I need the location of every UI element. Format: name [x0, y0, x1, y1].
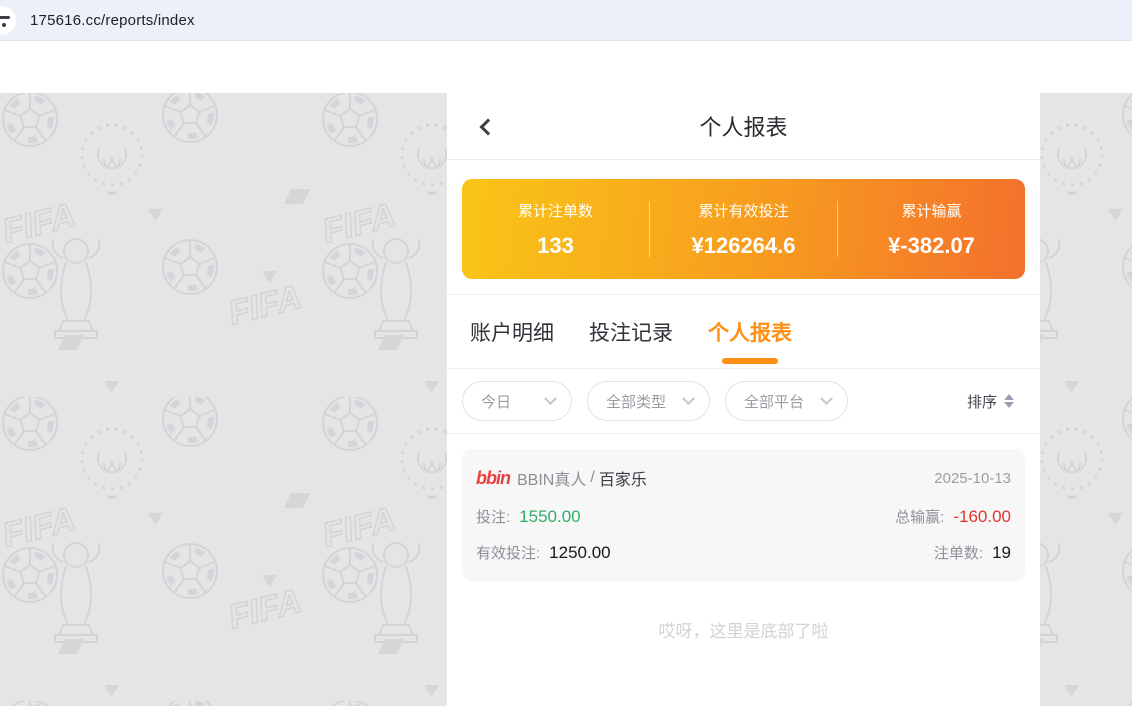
chevron-down-icon — [544, 392, 557, 405]
field-value: -160.00 — [953, 507, 1011, 527]
stat-win-loss: 累计输赢 ¥-382.07 — [838, 200, 1025, 259]
bbin-logo: bbin — [476, 468, 510, 489]
stat-value: ¥-382.07 — [888, 233, 975, 259]
field-valid-bet: 有效投注: 1250.00 — [476, 542, 895, 563]
field-label: 注单数: — [934, 542, 983, 563]
stat-label: 累计注单数 — [518, 200, 593, 221]
page-title: 个人报表 — [699, 110, 787, 142]
field-bet-amount: 投注: 1550.00 — [476, 506, 895, 527]
stat-label: 累计有效投注 — [698, 200, 788, 221]
field-value: 1550.00 — [519, 507, 580, 527]
app-header: 个人报表 — [447, 93, 1040, 160]
tab-account-details[interactable]: 账户明细 — [470, 295, 554, 369]
stat-label: 累计输赢 — [901, 200, 961, 221]
stat-value: ¥126264.6 — [692, 233, 796, 259]
dropdown-label: 全部类型 — [606, 391, 666, 412]
field-value: 1250.00 — [549, 543, 610, 563]
stat-value: 133 — [537, 233, 574, 259]
provider-game-separator: / — [590, 469, 594, 487]
summary-section: 累计注单数 133 累计有效投注 ¥126264.6 累计输赢 ¥-382.07 — [447, 160, 1040, 295]
field-bet-count: 注单数: 19 — [895, 542, 1011, 563]
active-tab-underline — [722, 358, 778, 364]
report-card-header: bbin BBIN真人 / 百家乐 2025-10-13 — [476, 466, 1011, 490]
browser-url-bar[interactable]: 175616.cc/reports/index — [0, 0, 1132, 41]
provider-name: BBIN真人 — [517, 466, 586, 490]
field-value: 19 — [992, 543, 1011, 563]
favicon-bar — [0, 16, 10, 19]
list-end-text: 哎呀，这里是底部了啦 — [462, 617, 1025, 642]
stat-total-bets: 累计注单数 133 — [462, 200, 649, 259]
date-filter-dropdown[interactable]: 今日 — [462, 381, 572, 421]
sort-up-icon — [1004, 394, 1014, 400]
report-card-fields: 投注: 1550.00 总输赢: -160.00 有效投注: 1250.00 注… — [476, 506, 1011, 563]
tab-bar: 账户明细 投注记录 个人报表 — [447, 295, 1040, 369]
tab-label: 个人报表 — [708, 317, 792, 347]
game-name: 百家乐 — [599, 466, 647, 490]
sort-down-icon — [1004, 402, 1014, 408]
tab-label: 投注记录 — [589, 317, 673, 347]
type-filter-dropdown[interactable]: 全部类型 — [587, 381, 710, 421]
url-text[interactable]: 175616.cc/reports/index — [0, 12, 195, 29]
favicon-dot — [2, 23, 6, 27]
site-favicon-icon — [0, 6, 16, 35]
report-list-item: bbin BBIN真人 / 百家乐 2025-10-13 投注: 1550.00… — [462, 449, 1025, 581]
field-total-win-loss: 总输赢: -160.00 — [895, 506, 1011, 527]
chevron-down-icon — [682, 392, 695, 405]
summary-stats-card: 累计注单数 133 累计有效投注 ¥126264.6 累计输赢 ¥-382.07 — [462, 179, 1025, 279]
page-background: FIFA — [0, 93, 1132, 706]
field-label: 有效投注: — [476, 542, 540, 563]
sort-arrows-icon — [1004, 394, 1014, 408]
back-button[interactable] — [473, 93, 503, 160]
dropdown-label: 今日 — [481, 391, 511, 412]
sort-label: 排序 — [967, 391, 997, 412]
dropdown-label: 全部平台 — [744, 391, 804, 412]
chevron-left-icon — [480, 118, 497, 135]
sort-button[interactable]: 排序 — [967, 391, 1014, 412]
report-list: bbin BBIN真人 / 百家乐 2025-10-13 投注: 1550.00… — [447, 434, 1040, 642]
chevron-down-icon — [820, 392, 833, 405]
tab-label: 账户明细 — [470, 317, 554, 347]
report-date: 2025-10-13 — [934, 470, 1011, 487]
field-label: 投注: — [476, 506, 510, 527]
tab-bet-records[interactable]: 投注记录 — [589, 295, 673, 369]
platform-filter-dropdown[interactable]: 全部平台 — [725, 381, 848, 421]
browser-content-gap — [0, 41, 1132, 93]
tab-personal-report[interactable]: 个人报表 — [708, 295, 792, 369]
field-label: 总输赢: — [895, 506, 944, 527]
app-panel: 个人报表 累计注单数 133 累计有效投注 ¥126264.6 累计输赢 ¥-3… — [447, 93, 1040, 706]
stat-valid-bets: 累计有效投注 ¥126264.6 — [650, 200, 837, 259]
filter-bar: 今日 全部类型 全部平台 排序 — [447, 369, 1040, 434]
